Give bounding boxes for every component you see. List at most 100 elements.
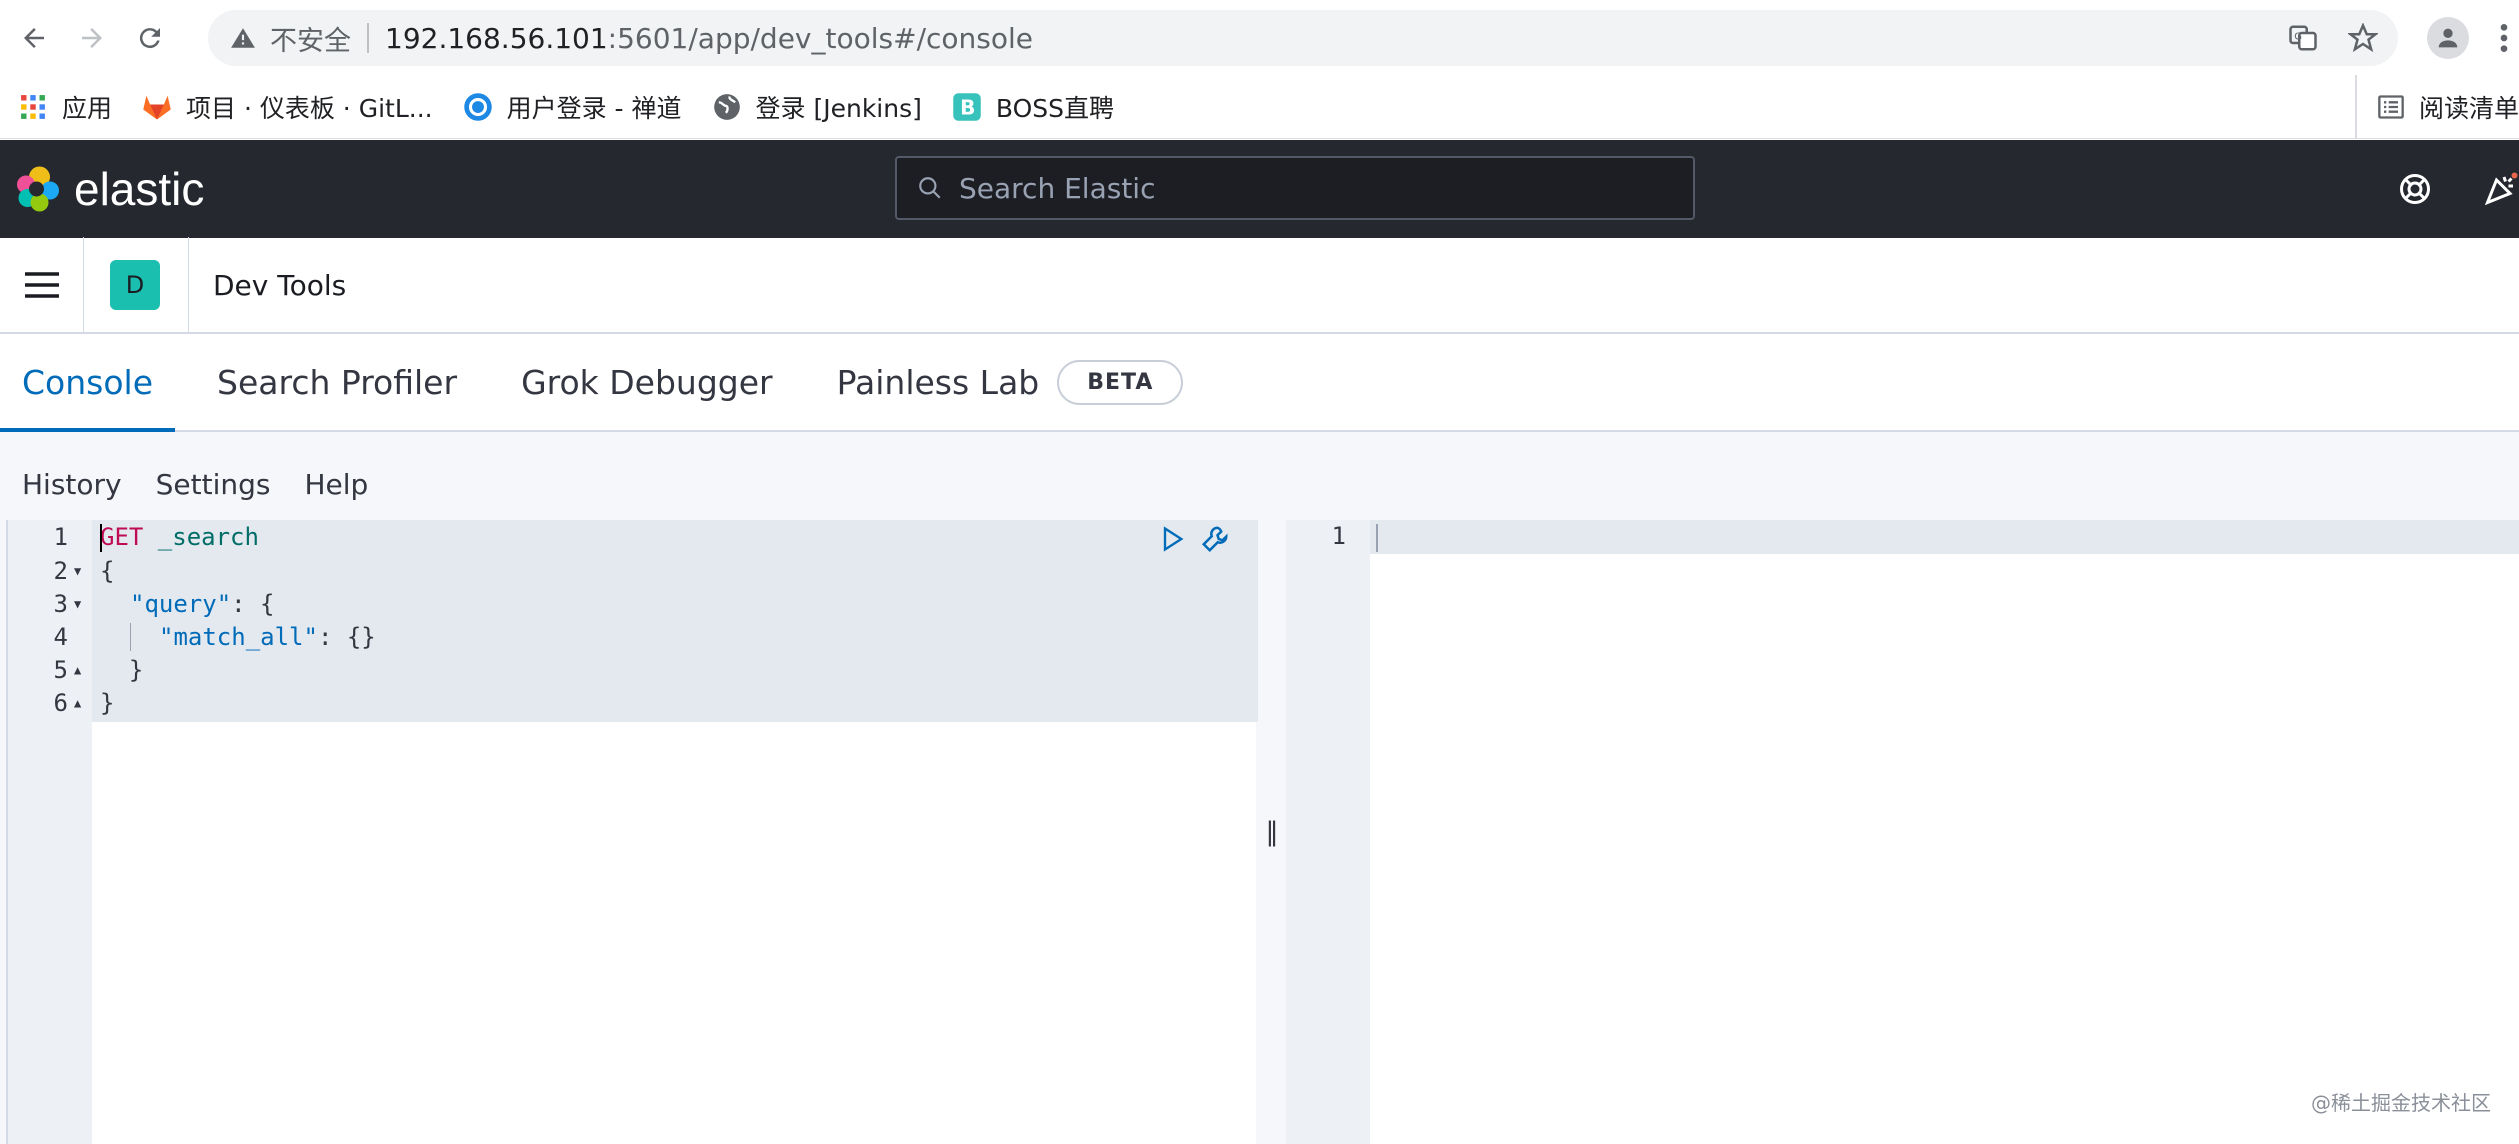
translate-icon[interactable]: G <box>2288 23 2318 53</box>
bookmarks-bar: 应用 项目 · 仪表板 · GitL... 用户登录 - 禅道 登录 [Jenk… <box>0 75 2519 139</box>
tab-label: Painless Lab <box>836 362 1040 402</box>
output-gutter <box>1286 520 1370 1144</box>
bookmark-gitlab[interactable]: 项目 · 仪表板 · GitL... <box>142 89 433 125</box>
bookmark-label: 登录 [Jenkins] <box>755 93 922 123</box>
arrow-left-icon <box>24 27 44 48</box>
response-output: 1 @稀土掘金技术社区 <box>1286 520 2519 1144</box>
http-method: GET <box>100 522 144 551</box>
omnibox-actions: G <box>2288 10 2378 66</box>
fold-down-icon[interactable]: ▼ <box>74 564 81 578</box>
search-input[interactable]: Search Elastic <box>895 156 1695 220</box>
tab-painless-lab[interactable]: Painless Lab BETA <box>815 334 1206 430</box>
bookmark-apps[interactable]: 应用 <box>18 89 112 125</box>
code-rest: : { <box>231 589 275 618</box>
code-text: } <box>100 688 115 717</box>
newsfeed-icon[interactable] <box>2483 171 2519 207</box>
code-text: GET _search <box>100 523 259 551</box>
tab-search-profiler[interactable]: Search Profiler <box>195 334 479 430</box>
url-separator <box>367 23 369 53</box>
search-placeholder: Search Elastic <box>959 171 1156 205</box>
fold-up-icon[interactable]: ▲ <box>74 696 81 710</box>
wrench-icon[interactable] <box>1200 524 1230 554</box>
endpoint: _search <box>143 522 259 551</box>
warning-icon <box>231 28 255 48</box>
settings-link[interactable]: Settings <box>156 468 271 501</box>
output-cursor <box>1376 524 1378 552</box>
reload-icon <box>139 27 160 48</box>
hamburger-icon <box>24 272 59 298</box>
pane-resizer[interactable]: ‖ <box>1258 520 1286 1144</box>
dev-tools-tabs: Console Search Profiler Grok Debugger Pa… <box>0 334 2519 432</box>
url-host: 192.168.56.101 <box>385 21 608 55</box>
svg-text:G: G <box>2294 31 2302 42</box>
apps-grid-icon <box>18 92 48 122</box>
tab-label: Console <box>22 362 154 402</box>
bookmark-label: 用户登录 - 禅道 <box>506 93 682 123</box>
search-icon <box>919 177 941 199</box>
bookmark-boss[interactable]: B BOSS直聘 <box>952 89 1114 125</box>
star-icon[interactable] <box>2348 23 2378 53</box>
profile-avatar[interactable] <box>2427 17 2469 59</box>
output-active-line <box>1370 520 2519 554</box>
tab-console[interactable]: Console <box>0 334 176 432</box>
line-number: 3 <box>53 589 68 618</box>
arrow-right-icon <box>82 27 102 48</box>
tab-label: Search Profiler <box>217 362 458 402</box>
back-button[interactable] <box>10 14 58 62</box>
line-number: 1 <box>1331 522 1346 550</box>
code-text: "query": { <box>100 590 275 618</box>
bookmark-jenkins[interactable]: 登录 [Jenkins] <box>712 89 922 125</box>
history-link[interactable]: History <box>22 468 122 501</box>
elastic-logo-icon <box>17 166 59 212</box>
brand-name: elastic <box>74 163 205 215</box>
request-editor[interactable]: 1 GET _search 2 ▼ { 3 ▼ "query": { 4 "ma… <box>6 520 1258 1144</box>
address-bar[interactable]: 不安全 192.168.56.101:5601/app/dev_tools#/c… <box>208 10 2398 66</box>
elastic-logo[interactable]: elastic <box>14 162 204 216</box>
help-icon[interactable] <box>2397 171 2433 207</box>
menu-toggle-button[interactable] <box>0 237 84 333</box>
svg-text:B: B <box>960 95 975 119</box>
line-number: 2 <box>53 556 68 585</box>
reading-list-icon <box>2378 95 2404 119</box>
header-actions <box>2397 140 2519 238</box>
code-rest: : {} <box>317 622 376 651</box>
beta-badge: BETA <box>1057 359 1184 405</box>
fold-up-icon[interactable]: ▲ <box>74 663 81 677</box>
code-text: { <box>100 556 115 585</box>
tab-label: Grok Debugger <box>521 362 773 402</box>
tab-grok-debugger[interactable]: Grok Debugger <box>499 334 795 430</box>
reading-list[interactable]: 阅读清单 <box>2354 75 2519 139</box>
code-text: } <box>100 655 144 684</box>
reading-list-label: 阅读清单 <box>2418 94 2519 123</box>
browser-toolbar: 不安全 192.168.56.101:5601/app/dev_tools#/c… <box>0 0 2519 75</box>
bookmark-zentao[interactable]: 用户登录 - 禅道 <box>463 89 682 125</box>
bookmark-label: 项目 · 仪表板 · GitL... <box>186 93 433 123</box>
selected-request-highlight <box>92 520 1258 722</box>
forward-button[interactable] <box>68 14 116 62</box>
kebab-menu-icon[interactable] <box>2499 22 2509 54</box>
line-number: 6 <box>53 688 68 717</box>
reload-button[interactable] <box>126 14 174 62</box>
help-link[interactable]: Help <box>304 468 368 501</box>
person-icon <box>2438 28 2458 48</box>
gitlab-icon <box>142 92 172 122</box>
line-number: 1 <box>53 522 68 551</box>
code-text: "match_all": {} <box>100 622 376 651</box>
page-title: Dev Tools <box>213 268 347 302</box>
line-number: 5 <box>53 655 68 684</box>
url-path: :5601/app/dev_tools#/console <box>607 21 1034 55</box>
console-workspace: History Settings Help 1 GET _search 2 ▼ … <box>0 432 2519 1144</box>
line-number: 4 <box>53 622 68 651</box>
text-cursor <box>100 524 102 552</box>
request-actions <box>1158 524 1230 554</box>
bookmark-label: 应用 <box>62 93 113 123</box>
zentao-icon <box>463 92 493 122</box>
boss-icon: B <box>952 92 982 122</box>
json-key: "query" <box>130 589 232 618</box>
space-avatar[interactable]: D <box>110 260 160 310</box>
fold-down-icon[interactable]: ▼ <box>74 597 81 611</box>
play-icon[interactable] <box>1158 524 1186 554</box>
divider <box>188 237 189 333</box>
globe-icon <box>712 92 742 122</box>
json-key: "match_all" <box>159 622 318 651</box>
